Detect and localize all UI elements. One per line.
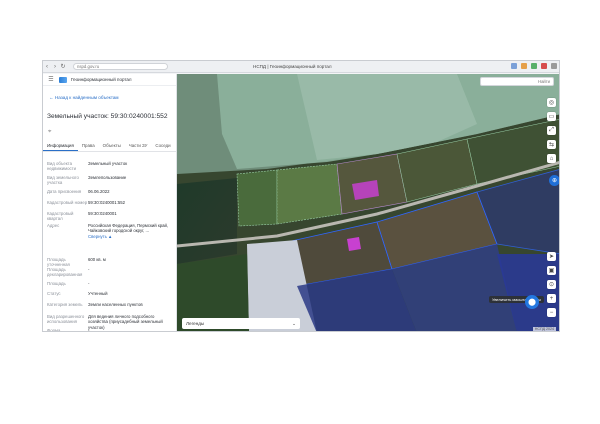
property-row: Дата присвоения 06.06.2022 — [47, 189, 175, 194]
property-label: Адрес — [47, 223, 60, 228]
property-value-text: 59:30:0240001:552 — [88, 200, 126, 205]
chevron-down-icon: ⌄ — [292, 320, 296, 326]
info-sidebar: ☰ Геоинформационный портал ← Назад к най… — [43, 74, 177, 332]
property-row: Форма собственности - — [47, 328, 175, 332]
property-row: Площадь - — [47, 281, 175, 286]
sidebar-header: ☰ Геоинформационный портал — [43, 74, 176, 86]
property-label: Кадастровый квартал — [47, 211, 74, 222]
map-attribution: НСПД 2024 — [532, 327, 556, 331]
collapse-link[interactable]: Свернуть ▲ — [88, 234, 175, 239]
property-row: Статус Учтенный — [47, 291, 175, 296]
property-value: Земли населенных пунктов — [88, 302, 175, 307]
tab-title: НСПД | Геоинформационный портал — [253, 64, 332, 69]
map-view[interactable]: Найти ◎ ▭ ⤢ ⇆ ⌂ ⊕ ➤ ▣ ⊙ + − Увеличить ма… — [177, 74, 560, 332]
address-bar[interactable]: nspd.gov.ru — [73, 63, 168, 70]
property-label: Форма собственности — [47, 328, 61, 332]
tab-2[interactable]: Объекты — [99, 141, 125, 151]
search-input[interactable]: Найти — [480, 77, 554, 86]
property-row: Категория земель Земли населенных пунктов — [47, 302, 175, 307]
reload-icon[interactable]: ↻ — [59, 63, 67, 71]
property-value-text: - — [88, 267, 90, 272]
page-title: Земельный участок: 59:30:0240001:552 — [47, 113, 168, 120]
property-value-text: Земельный участок — [88, 161, 128, 166]
property-value: - — [88, 281, 175, 286]
search-placeholder: Найти — [538, 79, 550, 84]
property-value-text: Землепользование — [88, 175, 127, 180]
zoom-in-button[interactable]: + — [547, 294, 556, 303]
property-value: 59:30:0240001:552 — [88, 200, 175, 205]
property-value-text: Земли населенных пунктов — [88, 302, 143, 307]
ruler-icon[interactable]: ▣ — [547, 266, 556, 275]
tab-bar: Информация Права Объекты Части ЗУ Соседи — [43, 141, 177, 152]
layers-dropdown[interactable]: Легенды ⌄ — [182, 318, 300, 329]
property-row: Кадастровый квартал 59:30:0240001 — [47, 211, 175, 222]
property-label: Категория земель — [47, 302, 83, 307]
browser-chrome: ‹ › ↻ nspd.gov.ru НСПД | Геоинформационн… — [43, 61, 559, 73]
property-label: Статус — [47, 291, 61, 296]
property-value-text: - — [88, 281, 90, 286]
brand-name: Геоинформационный портал — [71, 77, 132, 82]
share-icon[interactable]: ⇆ — [547, 140, 556, 149]
tab-3[interactable]: Части ЗУ — [125, 141, 152, 151]
browser-extensions — [511, 63, 557, 69]
property-value: 59:30:0240001 — [88, 211, 175, 222]
extension-icon[interactable] — [531, 63, 537, 69]
property-value: - — [88, 328, 175, 332]
extension-icon[interactable] — [541, 63, 547, 69]
property-row: Адрес Российская Федерация, Пермский край… — [47, 223, 175, 239]
app-screenshot: ‹ › ↻ nspd.gov.ru НСПД | Геоинформационн… — [42, 60, 560, 332]
measure-icon[interactable]: ⌂ — [547, 154, 556, 163]
tab-0[interactable]: Информация — [43, 141, 78, 151]
property-row: Вид земельного участка Землепользование — [47, 175, 175, 186]
locate-icon[interactable]: ➤ — [547, 252, 556, 261]
property-label: Вид земельного участка — [47, 175, 79, 186]
zoom-fab-icon[interactable]: ⬤ — [525, 295, 539, 309]
property-row: Кадастровый номер 59:30:0240001:552 — [47, 200, 175, 205]
property-value: Земельный участок — [88, 161, 175, 172]
property-value: Российская Федерация, Пермский край, Чай… — [88, 223, 175, 239]
property-row: Вид объекта недвижимости Земельный участо… — [47, 161, 175, 172]
chat-icon[interactable]: ⊕ — [549, 175, 559, 186]
property-value-text: 59:30:0240001 — [88, 211, 117, 216]
property-value-text: 600 кв. м — [88, 257, 106, 262]
layers-icon[interactable]: ◎ — [547, 98, 556, 107]
property-value-text: Российская Федерация, Пермский край, Чай… — [88, 223, 169, 234]
property-value-text: Учтенный — [88, 291, 108, 296]
zoom-out-button[interactable]: − — [547, 308, 556, 317]
back-link[interactable]: ← Назад к найденным объектам — [49, 95, 119, 100]
property-value: Учтенный — [88, 291, 175, 296]
property-label: Площадь декларированная — [47, 267, 83, 278]
tab-1[interactable]: Права — [78, 141, 99, 151]
extension-icon[interactable] — [511, 63, 517, 69]
menu-icon[interactable] — [551, 63, 557, 69]
print-icon[interactable]: ▭ — [547, 112, 556, 121]
property-label: Вид объекта недвижимости — [47, 161, 76, 172]
tab-4[interactable]: Соседи — [151, 141, 174, 151]
property-value: Землепользование — [88, 175, 175, 186]
property-label: Кадастровый номер — [47, 200, 88, 205]
pin-icon[interactable]: ⌖ — [48, 129, 51, 136]
arrow-left-icon[interactable]: ‹ — [43, 63, 51, 71]
hamburger-icon[interactable]: ☰ — [47, 76, 55, 84]
portal-logo-icon — [59, 76, 67, 83]
fullscreen-icon[interactable]: ⤢ — [547, 126, 556, 135]
extension-icon[interactable] — [521, 63, 527, 69]
map-canvas[interactable] — [177, 74, 560, 332]
property-row: Площадь декларированная - — [47, 267, 175, 278]
property-value: 06.06.2022 — [88, 189, 175, 194]
property-label: Площадь — [47, 281, 66, 286]
property-value: - — [88, 267, 175, 278]
arrow-right-icon[interactable]: › — [51, 63, 59, 71]
property-label: Дата присвоения — [47, 189, 82, 194]
layers-label: Легенды — [186, 321, 205, 326]
compass-icon[interactable]: ⊙ — [547, 280, 556, 289]
property-value-text: - — [88, 328, 90, 332]
property-value-text: 06.06.2022 — [88, 189, 110, 194]
